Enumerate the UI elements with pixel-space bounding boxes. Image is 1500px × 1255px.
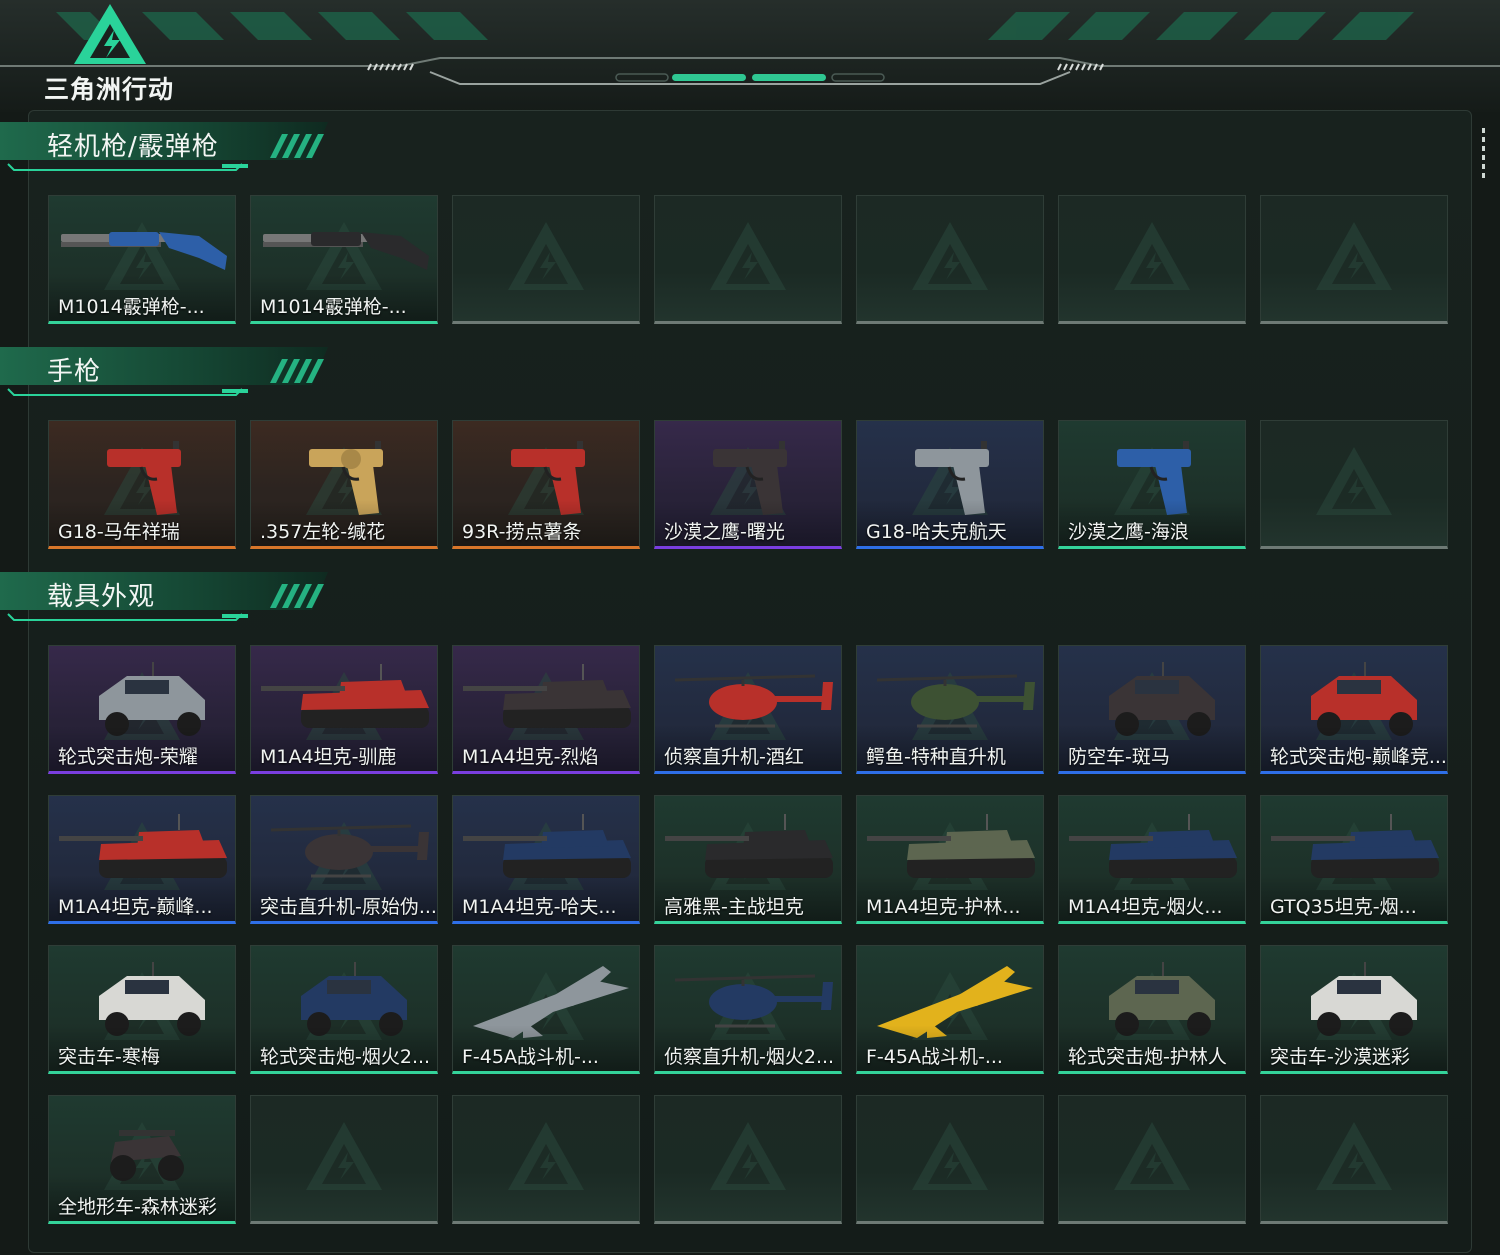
item-card[interactable]: 沙漠之鹰-海浪 (1058, 420, 1246, 549)
item-label: M1A4坦克-巅峰... (58, 896, 213, 918)
item-card[interactable]: 突击车-沙漠迷彩 (1260, 945, 1448, 1074)
delta-logo-icon (74, 4, 146, 64)
section-header: 载具外观 (0, 570, 340, 628)
empty-item-slot (1260, 195, 1448, 324)
item-label: G18-哈夫克航天 (866, 521, 1007, 543)
item-card[interactable]: M1014霰弹枪-... (250, 195, 438, 324)
item-label: G18-马年祥瑞 (58, 521, 180, 543)
item-label: 突击车-寒梅 (58, 1046, 160, 1068)
empty-item-slot (654, 195, 842, 324)
item-label: M1014霰弹枪-... (260, 296, 407, 318)
item-card[interactable]: M1A4坦克-驯鹿 (250, 645, 438, 774)
item-label: M1A4坦克-驯鹿 (260, 746, 397, 768)
empty-item-slot (452, 195, 640, 324)
item-label: 轮式突击炮-巅峰竞... (1270, 746, 1447, 768)
item-card[interactable]: 突击直升机-原始伪... (250, 795, 438, 924)
delta-watermark-icon (306, 1122, 382, 1190)
item-label: 轮式突击炮-烟火2... (260, 1046, 431, 1068)
item-label: 沙漠之鹰-曙光 (664, 521, 785, 543)
item-label: 轮式突击炮-荣耀 (58, 746, 198, 768)
item-card[interactable]: 轮式突击炮-荣耀 (48, 645, 236, 774)
delta-watermark-icon (912, 222, 988, 290)
item-card[interactable]: 侦察直升机-烟火2... (654, 945, 842, 1074)
item-label: 突击直升机-原始伪... (260, 896, 437, 918)
delta-watermark-icon (1114, 1122, 1190, 1190)
item-card[interactable]: F-45A战斗机-... (452, 945, 640, 1074)
item-label: 沙漠之鹰-海浪 (1068, 521, 1189, 543)
item-card[interactable]: G18-马年祥瑞 (48, 420, 236, 549)
section-title: 手枪 (47, 357, 102, 387)
item-label: 93R-捞点薯条 (462, 521, 582, 543)
empty-item-slot (1260, 1095, 1448, 1224)
item-card[interactable]: 防空车-斑马 (1058, 645, 1246, 774)
item-card[interactable]: M1A4坦克-护林... (856, 795, 1044, 924)
item-card[interactable]: 全地形车-森林迷彩 (48, 1095, 236, 1224)
item-label: 鳄鱼-特种直升机 (866, 746, 1006, 768)
item-card[interactable]: M1A4坦克-烟火... (1058, 795, 1246, 924)
item-label: .357左轮-缄花 (260, 521, 386, 543)
item-card[interactable]: GTQ35坦克-烟... (1260, 795, 1448, 924)
section-title: 载具外观 (47, 582, 156, 612)
item-card[interactable]: 突击车-寒梅 (48, 945, 236, 1074)
item-label: 全地形车-森林迷彩 (58, 1196, 217, 1218)
empty-item-slot (250, 1095, 438, 1224)
empty-item-slot (654, 1095, 842, 1224)
item-label: GTQ35坦克-烟... (1270, 896, 1417, 918)
empty-item-slot (1260, 420, 1448, 549)
header-decoration (0, 12, 1500, 85)
delta-watermark-icon (710, 222, 786, 290)
item-label: 侦察直升机-酒红 (664, 746, 804, 768)
item-card[interactable]: 轮式突击炮-巅峰竞... (1260, 645, 1448, 774)
top-header: 三角洲行动 (0, 0, 1500, 112)
item-label: M1A4坦克-烟火... (1068, 896, 1223, 918)
empty-item-slot (856, 1095, 1044, 1224)
item-card[interactable]: M1014霰弹枪-... (48, 195, 236, 324)
item-card[interactable]: 侦察直升机-酒红 (654, 645, 842, 774)
section-header: 轻机枪/霰弹枪 (0, 120, 340, 178)
item-label: 轮式突击炮-护林人 (1068, 1046, 1227, 1068)
item-card[interactable]: 轮式突击炮-烟火2... (250, 945, 438, 1074)
item-label: M1A4坦克-护林... (866, 896, 1021, 918)
item-card[interactable]: 鳄鱼-特种直升机 (856, 645, 1044, 774)
delta-watermark-icon (1316, 222, 1392, 290)
delta-watermark-icon (912, 1122, 988, 1190)
empty-item-slot (1058, 1095, 1246, 1224)
item-card[interactable]: 93R-捞点薯条 (452, 420, 640, 549)
item-label: 侦察直升机-烟火2... (664, 1046, 835, 1068)
section-title: 轻机枪/霰弹枪 (47, 132, 219, 162)
item-card[interactable]: G18-哈夫克航天 (856, 420, 1044, 549)
delta-watermark-icon (1316, 447, 1392, 515)
item-label: 防空车-斑马 (1068, 746, 1170, 768)
delta-watermark-icon (1114, 222, 1190, 290)
item-label: M1A4坦克-哈夫... (462, 896, 617, 918)
item-card[interactable]: M1A4坦克-巅峰... (48, 795, 236, 924)
item-label: 突击车-沙漠迷彩 (1270, 1046, 1410, 1068)
item-label: F-45A战斗机-... (462, 1046, 599, 1068)
item-card[interactable]: F-45A战斗机-... (856, 945, 1044, 1074)
empty-item-slot (1058, 195, 1246, 324)
delta-watermark-icon (508, 1122, 584, 1190)
item-card[interactable]: 轮式突击炮-护林人 (1058, 945, 1246, 1074)
item-label: 高雅黑-主战坦克 (664, 896, 804, 918)
item-card[interactable]: M1A4坦克-烈焰 (452, 645, 640, 774)
item-label: M1014霰弹枪-... (58, 296, 205, 318)
logo-title: 三角洲行动 (44, 75, 175, 104)
item-label: F-45A战斗机-... (866, 1046, 1003, 1068)
item-card[interactable]: 沙漠之鹰-曙光 (654, 420, 842, 549)
section-header: 手枪 (0, 345, 340, 403)
empty-item-slot (856, 195, 1044, 324)
scrollbar[interactable] (1482, 128, 1486, 180)
delta-watermark-icon (710, 1122, 786, 1190)
item-card[interactable]: 高雅黑-主战坦克 (654, 795, 842, 924)
delta-watermark-icon (508, 222, 584, 290)
delta-watermark-icon (1316, 1122, 1392, 1190)
item-label: M1A4坦克-烈焰 (462, 746, 599, 768)
empty-item-slot (452, 1095, 640, 1224)
item-card[interactable]: .357左轮-缄花 (250, 420, 438, 549)
item-card[interactable]: M1A4坦克-哈夫... (452, 795, 640, 924)
